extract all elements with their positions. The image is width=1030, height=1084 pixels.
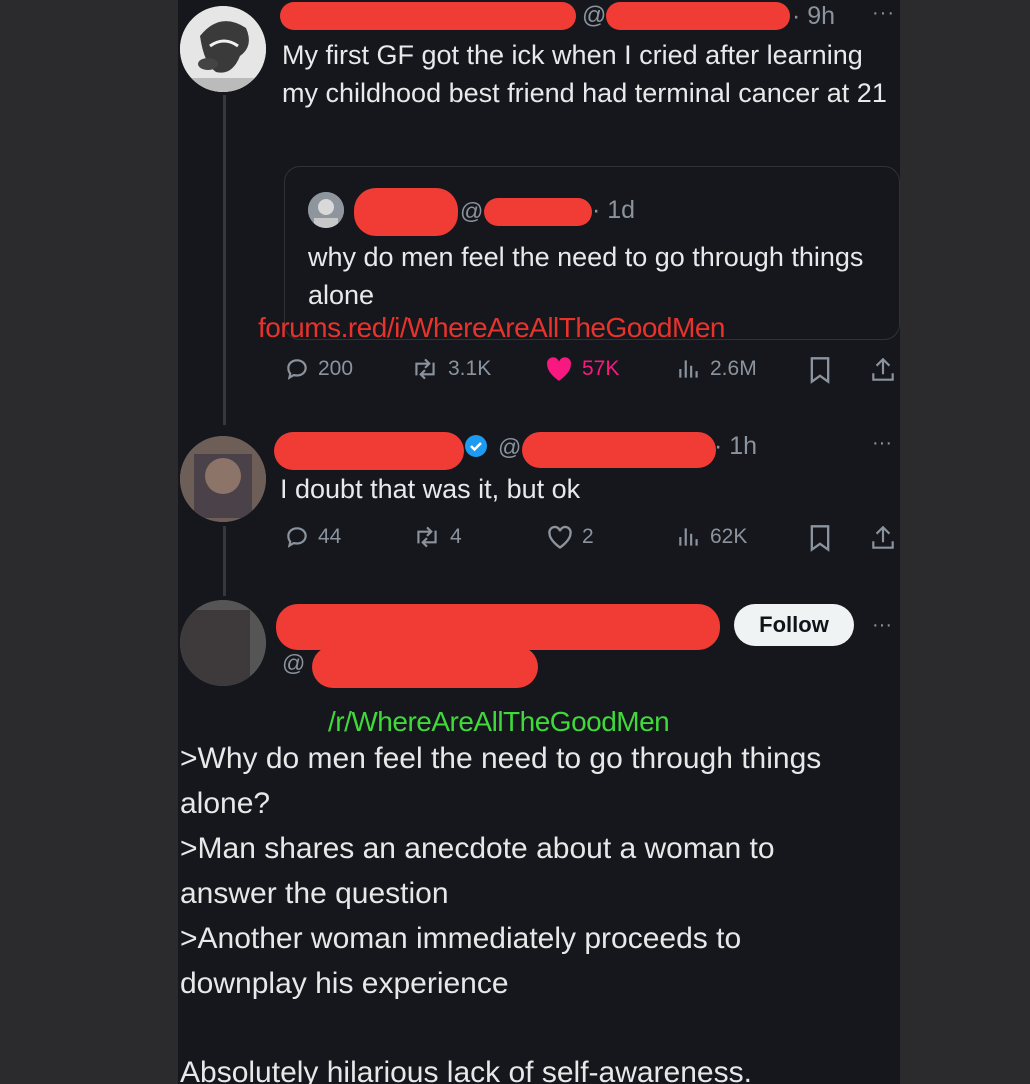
watermark-green: /r/WhereAreAllTheGoodMen [328,706,670,737]
verified-badge-icon [465,435,487,457]
quoted-avatar [308,192,344,228]
avatar[interactable] [180,600,266,686]
tweet-text: I doubt that was it, but ok [280,474,581,504]
bookmark-icon [810,357,830,384]
avatar[interactable] [180,436,266,522]
reply-count: 200 [318,357,354,380]
share-icon [872,525,894,549]
redacted-handle [522,432,716,468]
redacted-handle [606,2,790,30]
bookmark-icon [810,525,830,552]
views-icon [679,360,698,378]
tweet-handle-prefix: @ [460,198,484,224]
quoted-timestamp: · 1d [592,196,636,224]
repost-icon [415,358,435,380]
repost-count: 3.1K [448,357,492,380]
bookmark-action[interactable] [808,356,832,384]
redacted-display-name [280,2,576,30]
comment-line: Absolutely hilarious lack of self-awaren… [180,1056,752,1084]
comment-line: >Another woman immediately proceeds to d… [180,922,742,1000]
watermark-red: forums.red/i/WhereAreAllTheGoodMen [258,312,725,343]
screenshot-panel: @ · 9h ··· My first GF got the ick when … [178,0,900,1084]
view-count: 2.6M [710,357,757,380]
repost-count: 4 [450,525,462,548]
like-count: 2 [582,525,594,548]
redacted-display-name [276,604,720,650]
thread-line [223,95,226,425]
views-action[interactable]: 62K [676,524,747,550]
reply-count: 44 [318,525,342,548]
redacted-handle [312,646,538,688]
follow-button[interactable]: Follow [734,604,854,646]
share-icon [872,357,894,381]
profile-handle-prefix: @ [282,650,306,676]
tweet-handle-prefix: @ [498,434,522,460]
reply-action[interactable]: 44 [284,524,341,550]
like-count: 57K [582,357,620,380]
views-icon [679,528,698,546]
tweet-timestamp: · 1h [714,432,758,460]
bookmark-action[interactable] [808,524,832,552]
thread-line [223,526,226,596]
more-icon[interactable]: ··· [872,614,892,637]
redacted-display-name [274,432,464,470]
view-count: 62K [710,525,748,548]
like-action[interactable]: 2 [546,524,594,550]
reply-action[interactable]: 200 [284,356,353,382]
more-icon[interactable]: ··· [872,2,895,25]
share-action[interactable] [870,524,896,552]
avatar[interactable] [180,6,266,92]
repost-action[interactable]: 4 [412,524,462,550]
tweet-timestamp: · 9h [792,2,836,30]
comment-line: >Why do men feel the need to go through … [180,742,822,820]
heart-icon [548,525,572,549]
share-action[interactable] [870,356,896,384]
redacted-handle [484,198,592,226]
redacted-display-name [354,188,458,236]
repost-action[interactable]: 3.1K [410,356,491,382]
tweet-text: My first GF got the ick when I cried aft… [282,40,887,108]
comment-line: >Man shares an anecdote about a woman to… [180,832,775,910]
like-action[interactable]: 57K [544,356,619,382]
views-action[interactable]: 2.6M [676,356,757,382]
more-icon[interactable]: ··· [872,432,892,455]
reply-icon [287,359,307,380]
tweet-handle-prefix: @ [582,2,607,29]
heart-icon [547,357,572,381]
repost-icon [417,526,437,548]
quoted-text: why do men feel the need to go through t… [308,242,864,310]
reply-icon [287,527,307,548]
